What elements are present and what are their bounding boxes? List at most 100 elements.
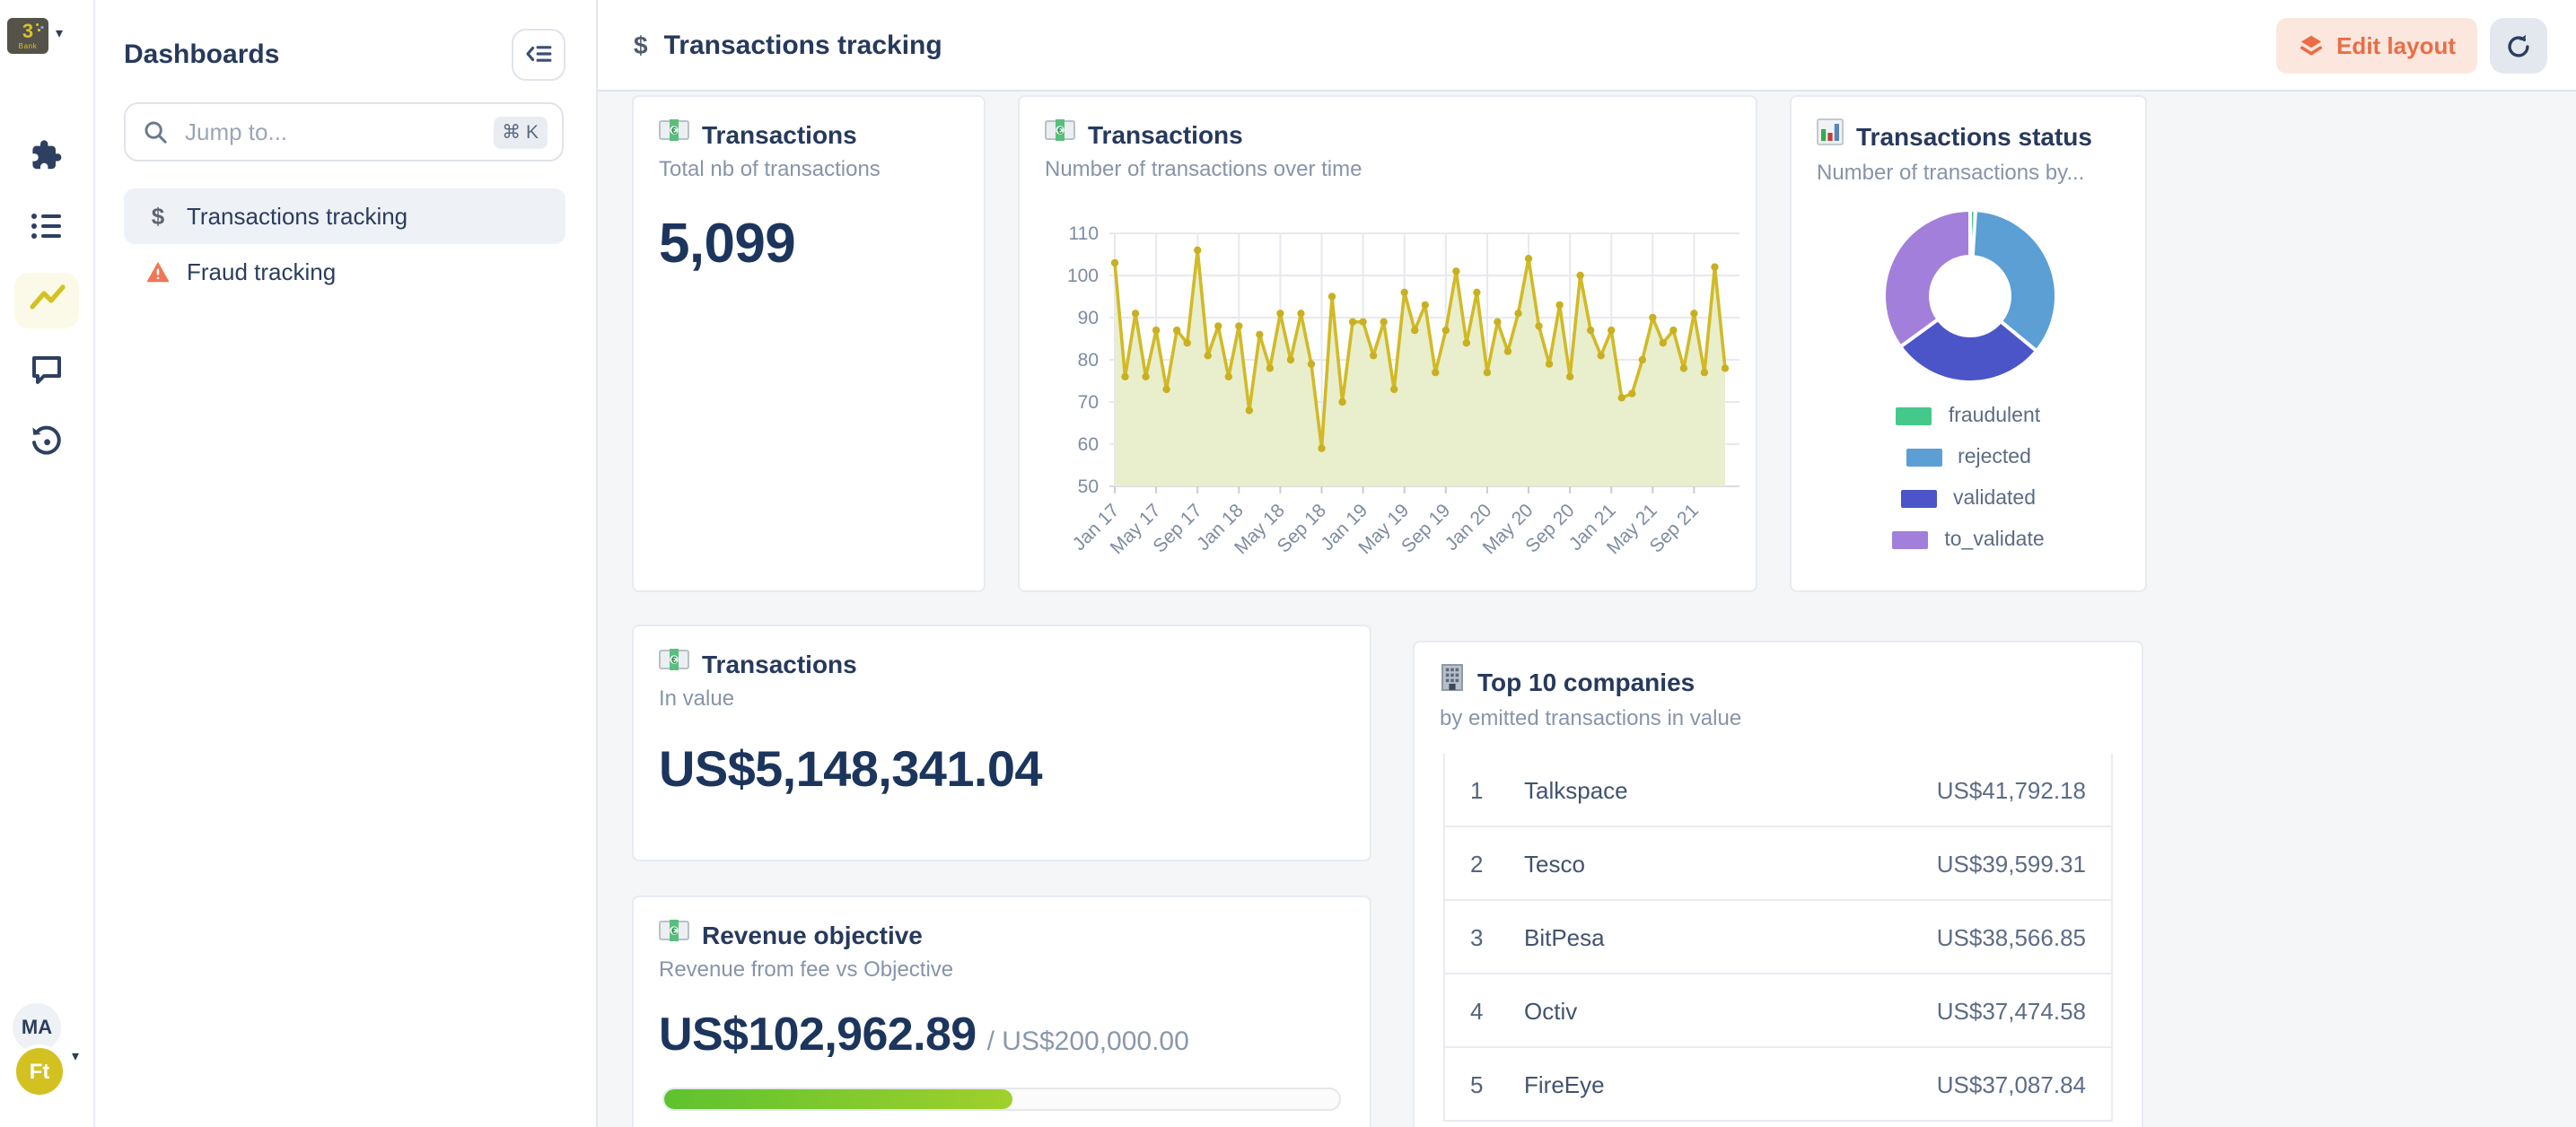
donut-slice-rejected (1973, 210, 2056, 351)
sidebar-item-fraud-tracking[interactable]: Fraud tracking (124, 244, 565, 300)
company-value: US$38,566.85 (1937, 923, 2086, 950)
card-transactions-in-value: € Transactions In value US$5,148,341.04 (632, 625, 1371, 861)
dollar-icon: $ (634, 31, 648, 59)
user-caret-icon[interactable]: ▾ (72, 1048, 79, 1064)
revenue-target: / US$200,000.00 (987, 1027, 1189, 1057)
company-value: US$39,599.31 (1937, 850, 2086, 877)
list-icon (29, 208, 65, 249)
legend-item-fraudulent[interactable]: fraudulent (1897, 406, 2040, 427)
revenue-progress-bar (662, 1088, 1341, 1111)
company-rank: 1 (1470, 776, 1524, 803)
logo-subtext: Bank (19, 40, 38, 49)
legend-item-validated[interactable]: validated (1901, 488, 2036, 510)
card-transactions-over-time: € Transactions Number of transactions ov… (1018, 95, 1757, 592)
activity-icon (28, 282, 66, 319)
building-icon (1440, 664, 1465, 700)
card-top-companies: Top 10 companies by emitted transactions… (1413, 641, 2143, 1127)
legend-label: fraudulent (1949, 406, 2040, 427)
app-window: 3 Bank ▾ MA Ft ▾ Dashboards (0, 0, 2576, 1127)
refresh-button[interactable] (2490, 18, 2547, 74)
company-value: US$37,087.84 (1937, 1070, 2086, 1097)
dashboards-panel: Dashboards ⌘ K $ Transactions tracki (93, 0, 598, 1127)
legend-label: validated (1953, 488, 2036, 510)
legend-swatch (1892, 531, 1928, 549)
user-avatar[interactable]: Ft (13, 1044, 66, 1098)
svg-text:50: 50 (1078, 476, 1099, 497)
rail-item-chat[interactable] (14, 345, 79, 400)
dollar-icon: $ (145, 203, 171, 230)
transactions-status-donut (1792, 201, 2149, 391)
workspace-caret-icon[interactable]: ▾ (56, 25, 63, 41)
money-banknote-icon: € (1045, 118, 1075, 151)
legend-swatch (1901, 490, 1937, 508)
collapse-sidebar-button[interactable] (512, 28, 565, 80)
legend-item-rejected[interactable]: rejected (1906, 447, 2031, 468)
transactions-in-value: US$5,148,341.04 (659, 741, 1345, 799)
money-banknote-icon: € (659, 118, 689, 151)
user-area: MA Ft ▾ (0, 1003, 93, 1107)
dashboard-list: $ Transactions tracking Fraud tracking (124, 188, 565, 300)
svg-text:80: 80 (1078, 350, 1099, 371)
legend-label: rejected (1958, 447, 2031, 468)
svg-text:60: 60 (1078, 434, 1099, 455)
warning-icon (145, 260, 171, 284)
company-value: US$37,474.58 (1937, 997, 2086, 1024)
card-revenue-objective: € Revenue objective Revenue from fee vs … (632, 895, 1371, 1127)
workspace-logo[interactable]: 3 Bank (7, 18, 48, 54)
company-name: FireEye (1524, 1070, 1937, 1097)
logo-texture (34, 22, 45, 32)
refresh-icon (2504, 31, 2533, 60)
legend-swatch (1897, 407, 1932, 425)
table-row: 1TalkspaceUS$41,792.18 (1445, 754, 2111, 827)
svg-text:70: 70 (1078, 392, 1099, 413)
company-rank: 5 (1470, 1070, 1524, 1097)
logo-text: 3 (22, 22, 33, 40)
collapse-sidebar-icon (524, 39, 553, 68)
table-row: 2TescoUS$39,599.31 (1445, 827, 2111, 901)
donut-slice-to_validate (1884, 210, 1970, 346)
main-area: $ Transactions tracking Edit layout (596, 0, 2576, 1127)
company-rank: 4 (1470, 997, 1524, 1024)
revenue-progress-fill (664, 1089, 1012, 1109)
shortcut-badge: ⌘ K (493, 116, 548, 148)
svg-text:€: € (671, 926, 677, 937)
table-row: 5FireEyeUS$37,087.84 (1445, 1048, 2111, 1122)
card-transactions-total: € Transactions Total nb of transactions … (632, 95, 986, 592)
page-title: $ Transactions tracking (634, 30, 942, 60)
revenue-value: US$102,962.89 (659, 1007, 977, 1062)
legend-item-to_validate[interactable]: to_validate (1892, 529, 2044, 551)
svg-text:€: € (1057, 126, 1063, 136)
jump-to-search[interactable]: ⌘ K (124, 102, 564, 162)
rail-item-activity[interactable] (14, 273, 79, 328)
bar-chart-icon (1817, 118, 1844, 154)
nav-rail: 3 Bank ▾ MA Ft ▾ (0, 0, 95, 1127)
transactions-line-chart: 5060708090100110Jan 17May 17Sep 17Jan 18… (1020, 181, 1759, 594)
total-transactions-value: 5,099 (659, 212, 959, 276)
rail-nav (0, 129, 93, 472)
rail-item-list[interactable] (14, 201, 79, 257)
search-icon (144, 120, 167, 144)
companies-table: 1TalkspaceUS$41,792.182TescoUS$39,599.31… (1443, 754, 2113, 1122)
dashboard-content: € Transactions Total nb of transactions … (596, 90, 2576, 1127)
rail-item-puzzle[interactable] (14, 129, 79, 185)
table-row: 4OctivUS$37,474.58 (1445, 974, 2111, 1048)
history-icon (29, 424, 65, 465)
company-rank: 2 (1470, 850, 1524, 877)
svg-text:€: € (671, 126, 677, 136)
money-banknote-icon: € (659, 919, 689, 951)
panel-title: Dashboards (124, 39, 279, 69)
company-rank: 3 (1470, 923, 1524, 950)
svg-text:90: 90 (1078, 308, 1099, 328)
rail-item-history[interactable] (14, 416, 79, 472)
company-name: BitPesa (1524, 923, 1937, 950)
table-row: 3BitPesaUS$38,566.85 (1445, 901, 2111, 974)
edit-layout-button[interactable]: Edit layout (2275, 18, 2477, 74)
company-name: Tesco (1524, 850, 1937, 877)
sidebar-item-transactions-tracking[interactable]: $ Transactions tracking (124, 188, 565, 244)
search-input[interactable] (181, 117, 493, 147)
svg-text:100: 100 (1067, 266, 1099, 286)
company-name: Talkspace (1524, 776, 1937, 803)
card-transactions-status: Transactions status Number of transactio… (1790, 95, 2147, 592)
chat-icon (29, 352, 65, 393)
legend-swatch (1906, 449, 1941, 467)
